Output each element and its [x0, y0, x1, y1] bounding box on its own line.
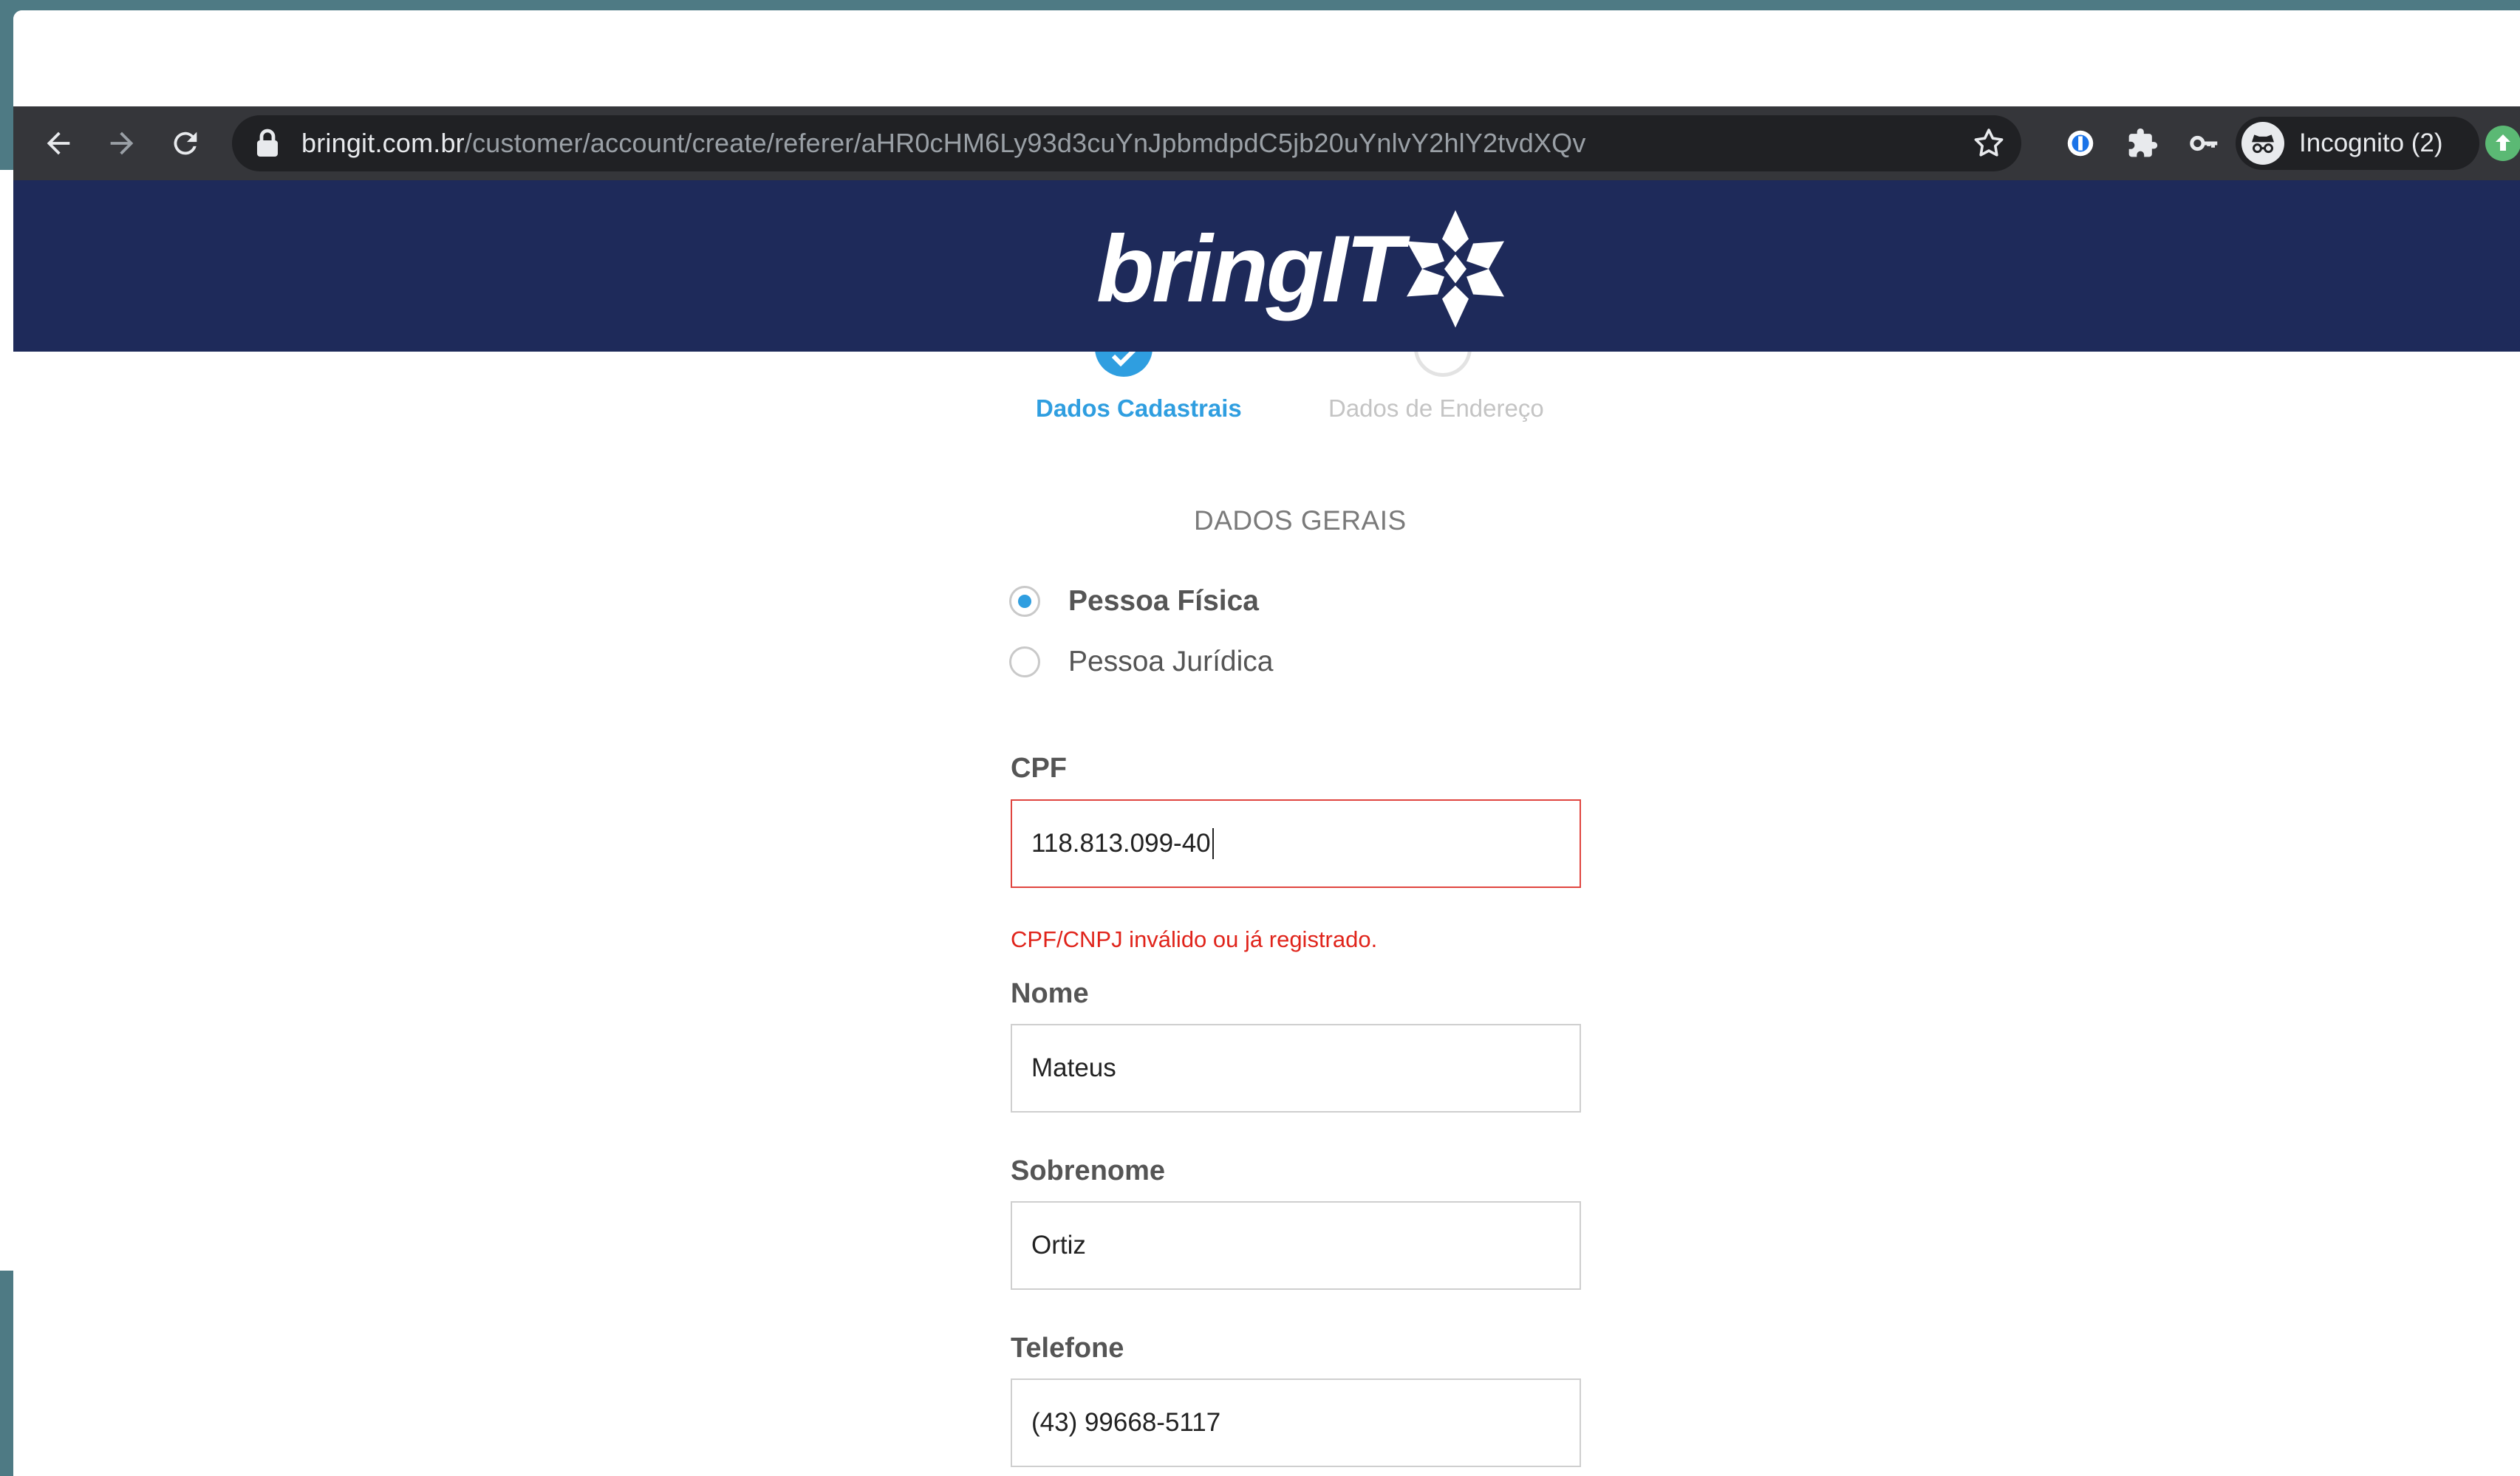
step-label-dados-endereco: Dados de Endereço [1328, 394, 1544, 422]
cpf-value: 118.813.099-40 [1031, 829, 1211, 858]
forward-button[interactable] [90, 112, 154, 175]
lock-icon [257, 129, 278, 157]
forward-arrow-icon [110, 131, 134, 155]
tab-strip [13, 10, 2520, 106]
password-manager-icon [2067, 130, 2094, 157]
text-caret [1212, 828, 1214, 859]
puzzle-extension-icon [2128, 128, 2158, 157]
telefone-value: (43) 99668-5117 [1031, 1408, 1221, 1437]
cpf-error-message: CPF/CNPJ inválido ou já registrado. [1011, 926, 1378, 952]
radio-button-unchecked[interactable] [1009, 646, 1040, 677]
step-label-dados-cadastrais: Dados Cadastrais [1036, 394, 1242, 422]
site-header: bringIT [13, 180, 2520, 352]
section-title: DADOS GERAIS [1194, 505, 1407, 536]
cpf-input[interactable]: 118.813.099-40 [1011, 799, 1581, 888]
incognito-label: Incognito (2) [2299, 129, 2443, 157]
brand-logo[interactable]: bringIT [1096, 202, 1511, 335]
web-page: bringIT Dados Cadastrais Dados de Endere… [13, 180, 2520, 1476]
address-bar[interactable]: bringit.com.br/customer/account/create/r… [232, 115, 2021, 171]
background-window [0, 170, 13, 1271]
telefone-input[interactable]: (43) 99668-5117 [1011, 1378, 1581, 1467]
back-button[interactable] [27, 112, 90, 175]
logo-text: bringIT [1096, 216, 1404, 322]
extensions-button[interactable] [2122, 123, 2163, 164]
key-icon [2190, 135, 2218, 151]
nome-label: Nome [1011, 978, 1089, 1009]
passwords-key-button[interactable] [2184, 123, 2225, 164]
radio-button-checked[interactable] [1009, 586, 1040, 617]
update-icon[interactable] [2485, 126, 2520, 161]
reload-button[interactable] [154, 112, 217, 175]
telefone-label: Telefone [1011, 1333, 1124, 1364]
sobrenome-label: Sobrenome [1011, 1155, 1166, 1186]
radio-pessoa-fisica[interactable]: Pessoa Física [1009, 585, 1259, 618]
radio-pessoa-juridica[interactable]: Pessoa Jurídica [1009, 646, 1273, 678]
password-manager-extension[interactable] [2060, 123, 2101, 164]
url-text: bringit.com.br/customer/account/create/r… [301, 128, 1586, 159]
url-host: bringit.com.br [301, 128, 465, 158]
star-icon[interactable] [1971, 126, 2007, 161]
radio-label-pessoa-juridica: Pessoa Jurídica [1068, 646, 1274, 677]
back-arrow-icon [47, 131, 70, 155]
incognito-icon [2241, 122, 2284, 165]
star-logo-icon [1406, 210, 1504, 328]
incognito-profile-button[interactable]: Incognito (2) [2236, 117, 2479, 170]
sobrenome-value: Ortiz [1031, 1231, 1086, 1260]
nome-value: Mateus [1031, 1053, 1116, 1082]
browser-toolbar: bringit.com.br/customer/account/create/r… [13, 106, 2520, 180]
url-path: /customer/account/create/referer/aHR0cHM… [464, 128, 1586, 158]
radio-label-pessoa-fisica: Pessoa Física [1068, 585, 1259, 617]
sobrenome-input[interactable]: Ortiz [1011, 1201, 1581, 1290]
browser-window: bringit.com.br/customer/account/create/r… [13, 10, 2520, 1476]
nome-input[interactable]: Mateus [1011, 1024, 1581, 1113]
reload-icon [174, 131, 197, 155]
cpf-label: CPF [1011, 753, 1067, 784]
